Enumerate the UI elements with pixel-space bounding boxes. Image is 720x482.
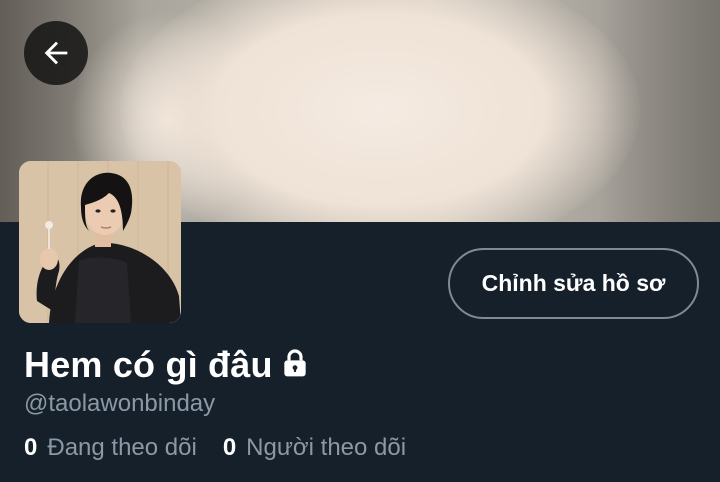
following-count: 0 xyxy=(24,434,38,461)
username-handle: @taolawonbinday xyxy=(24,390,216,417)
avatar[interactable] xyxy=(19,161,181,323)
banner-fur xyxy=(120,0,640,222)
follow-stats: 0 Đang theo dõi 0 Người theo dõi xyxy=(24,434,432,462)
following-stat[interactable]: 0 Đang theo dõi xyxy=(24,434,197,462)
display-name: Hem có gì đâu xyxy=(24,344,273,385)
following-label: Đang theo dõi xyxy=(47,434,197,461)
followers-count: 0 xyxy=(222,434,237,461)
profile-name-row: Hem có gì đâu xyxy=(24,342,311,388)
back-button[interactable] xyxy=(24,21,88,85)
lock-icon xyxy=(279,347,311,384)
arrow-left-icon xyxy=(44,41,68,65)
followers-label: Người theo dõi xyxy=(246,434,407,461)
avatar-photo xyxy=(36,172,181,323)
banner-shade-right xyxy=(600,0,720,222)
edit-profile-button[interactable]: Chỉnh sửa hồ sơ xyxy=(448,248,699,319)
followers-stat[interactable]: 0 Người theo dõi xyxy=(223,434,406,462)
